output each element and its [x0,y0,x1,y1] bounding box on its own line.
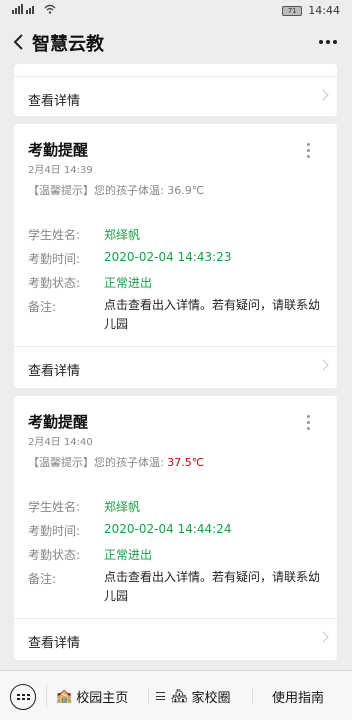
attendance-time: 2020-02-04 14:44:24 [104,522,232,536]
student-name-label: 学生姓名: [28,500,81,514]
divider [148,689,149,703]
student-name: 郑绎帆 [104,500,141,514]
chevron-right-icon [317,89,329,101]
community-icon: 🏘 [171,688,188,704]
card-more-icon[interactable] [307,415,311,433]
view-details-row[interactable]: 查看详情 [14,618,337,660]
status-left [12,4,56,17]
bottom-menu-bar: 🏫 校园主页 🏘 家校圈 使用指南 [0,670,352,720]
menu-label: 校园主页 [76,690,129,706]
view-details-row[interactable]: 查看详情 [14,76,337,118]
attendance-time-label: 考勤时间: [28,252,81,266]
remark-text: 点击查看出入详情。若有疑问，请联系幼儿园 [104,298,321,331]
page-title: 智慧云教 [32,34,104,55]
temperature-value: 36.9℃ [167,184,205,197]
more-dot-icon [333,40,337,44]
chevron-right-icon [317,631,329,643]
chevron-left-icon [13,34,23,50]
view-details-label: 查看详情 [28,636,81,651]
remark-label: 备注: [28,300,57,314]
signal-icon [12,4,40,17]
card-date: 2月4日 14:39 [28,165,93,176]
card-more-icon[interactable] [307,143,311,161]
attendance-card: 考勤提醒 2月4日 14:39 【温馨提示】您的孩子体温: 36.9℃ 学生姓名… [14,124,337,388]
remark-label: 备注: [28,572,57,586]
menu-label: 家校圈 [191,690,231,706]
submenu-icon [156,692,165,700]
attendance-card: 考勤提醒 2月4日 14:40 【温馨提示】您的孩子体温: 37.5℃ 学生姓名… [14,396,337,660]
menu-campus-home[interactable]: 🏫 校园主页 [56,683,128,709]
menu-family-circle[interactable]: 🏘 家校圈 [156,683,231,709]
card-title: 考勤提醒 [28,141,89,159]
attendance-status-label: 考勤状态: [28,548,81,562]
attendance-time: 2020-02-04 14:43:23 [104,250,232,264]
view-details-label: 查看详情 [28,364,81,379]
tip-prefix: 【温馨提示】您的孩子体温: [28,184,164,197]
more-dot-icon [326,40,330,44]
tip-prefix: 【温馨提示】您的孩子体温: [28,456,164,469]
back-button[interactable] [6,28,30,56]
card-title: 考勤提醒 [28,413,89,431]
temperature-value: 37.5℃ [167,456,205,469]
status-bar: 71 14:44 [0,0,352,22]
message-card: 查看详情 [14,64,337,116]
divider [252,689,253,703]
chevron-right-icon [317,359,329,371]
nav-bar: 智慧云教 [0,22,352,62]
wifi-icon [44,4,56,17]
message-list[interactable]: 查看详情 考勤提醒 2月4日 14:39 【温馨提示】您的孩子体温: 36.9℃… [0,62,352,670]
status-right: 71 14:44 [282,4,340,17]
more-menu-button[interactable] [316,32,340,52]
temperature-tip: 【温馨提示】您的孩子体温: 36.9℃ [28,182,204,198]
attendance-status-label: 考勤状态: [28,276,81,290]
temperature-tip: 【温馨提示】您的孩子体温: 37.5℃ [28,454,204,470]
battery-icon: 71 [282,5,303,16]
student-name: 郑绎帆 [104,228,141,242]
view-details-row[interactable]: 查看详情 [14,346,337,388]
card-date: 2月4日 14:40 [28,437,93,448]
status-time: 14:44 [308,4,340,17]
attendance-status: 正常进出 [104,548,153,562]
student-name-label: 学生姓名: [28,228,81,242]
school-icon: 🏫 [56,688,73,704]
menu-label: 使用指南 [272,690,325,706]
keyboard-toggle-button[interactable] [10,684,36,710]
view-details-label: 查看详情 [28,94,81,109]
attendance-status: 正常进出 [104,276,153,290]
divider [46,685,47,707]
remark-text: 点击查看出入详情。若有疑问，请联系幼儿园 [104,570,321,603]
attendance-time-label: 考勤时间: [28,524,81,538]
menu-user-guide[interactable]: 使用指南 [272,683,324,709]
more-dot-icon [319,40,323,44]
keyboard-icon [16,694,30,700]
